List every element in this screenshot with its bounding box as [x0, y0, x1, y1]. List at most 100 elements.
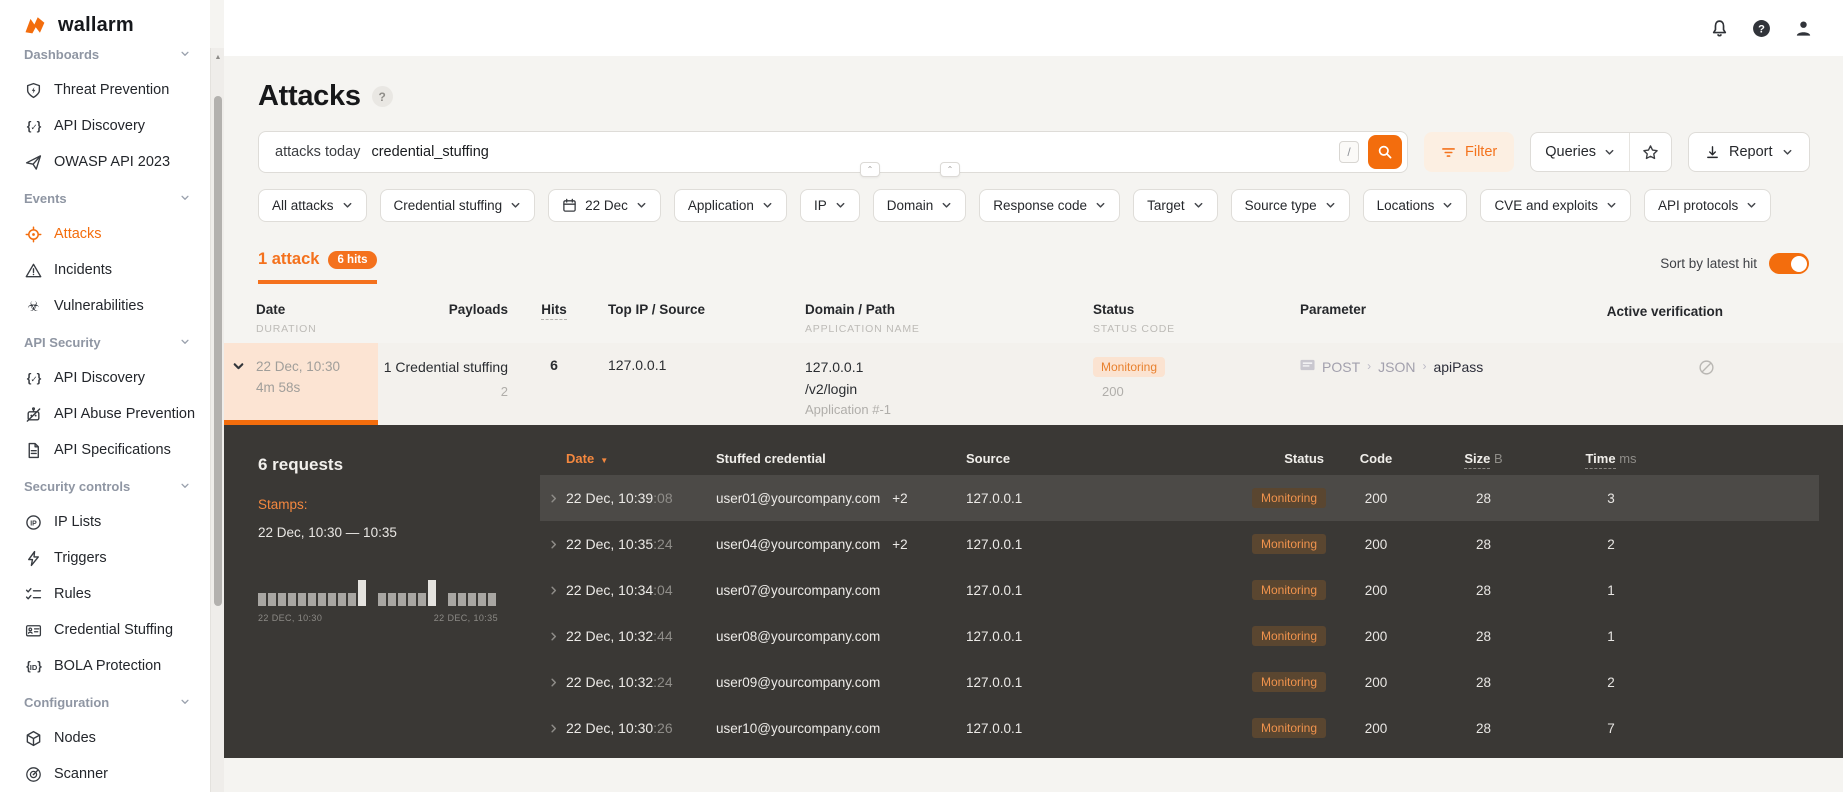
sort-toggle[interactable]	[1769, 253, 1809, 274]
expand-chevron-icon[interactable]	[540, 723, 566, 734]
favorite-star-button[interactable]	[1630, 133, 1671, 171]
col-code[interactable]: Code	[1326, 451, 1426, 466]
col-date[interactable]: Date DURATION	[252, 302, 378, 335]
search-button[interactable]	[1368, 135, 1402, 169]
request-source[interactable]: 127.0.0.1	[966, 537, 1221, 552]
chevron-down-icon	[763, 202, 772, 208]
request-row[interactable]: 22 Dec, 10:35:24 user04@yourcompany.com +…	[540, 521, 1819, 567]
sidebar-item-nodes[interactable]: Nodes	[0, 720, 210, 756]
sidebar-item-vulnerabilities[interactable]: ☣ Vulnerabilities	[0, 288, 210, 324]
filter-chip-api-protocols[interactable]: API protocols	[1644, 189, 1772, 222]
sidebar-item-threat-prevention[interactable]: Threat Prevention	[0, 72, 210, 108]
request-row[interactable]: 22 Dec, 10:32:24 user09@yourcompany.com …	[540, 659, 1819, 705]
sidebar-item-api-discovery[interactable]: {✓} API Discovery	[0, 108, 210, 144]
scrollbar-thumb[interactable]	[214, 96, 222, 606]
requests-table-header: Date ▼ Stuffed credential Source Status C…	[540, 441, 1819, 475]
filter-chip-22-dec[interactable]: 22 Dec	[548, 189, 661, 222]
warning-triangle-icon	[24, 262, 43, 279]
filter-chip-response-code[interactable]: Response code	[979, 189, 1121, 222]
request-size: 28	[1475, 674, 1492, 690]
request-source[interactable]: 127.0.0.1	[966, 629, 1221, 644]
expand-chevron-icon[interactable]	[540, 493, 566, 504]
request-date: 22 Dec, 10:39:08	[566, 490, 673, 506]
sidebar-item-rules[interactable]: Rules	[0, 576, 210, 612]
filter-chip-cve-and-exploits[interactable]: CVE and exploits	[1480, 189, 1631, 222]
filter-chip-target[interactable]: Target	[1133, 189, 1218, 222]
sidebar-item-scanner[interactable]: Scanner	[0, 756, 210, 792]
request-status: Monitoring	[1221, 580, 1326, 600]
page-help-icon[interactable]: ?	[371, 86, 393, 107]
stamps-link[interactable]: Stamps:	[258, 497, 508, 512]
col-domain[interactable]: Domain / Path APPLICATION NAME	[788, 302, 1078, 335]
col-stuffed-credential[interactable]: Stuffed credential	[716, 451, 966, 466]
request-row[interactable]: 22 Dec, 10:39:08 user01@yourcompany.com +…	[540, 475, 1819, 521]
queries-button[interactable]: Queries	[1531, 133, 1629, 171]
sidebar-section-events[interactable]: Events	[0, 180, 210, 216]
payloads-count: 2	[500, 384, 508, 399]
attack-row[interactable]: 22 Dec, 10:30 4m 58s 1 Credential stuffi…	[224, 343, 1843, 425]
request-source[interactable]: 127.0.0.1	[966, 491, 1221, 506]
chevron-down-icon	[343, 202, 351, 208]
attack-top-ip[interactable]: 127.0.0.1	[596, 343, 788, 425]
sidebar-item-credential-stuffing[interactable]: Credential Stuffing	[0, 612, 210, 648]
sidebar-section-api-security[interactable]: API Security	[0, 324, 210, 360]
expand-chevron-icon[interactable]	[540, 631, 566, 642]
filter-chip-all-attacks[interactable]: All attacks	[258, 189, 367, 222]
notifications-bell-icon[interactable]	[1710, 19, 1729, 38]
sidebar-scrollbar[interactable]: ▲	[210, 48, 224, 792]
request-source[interactable]: 127.0.0.1	[966, 721, 1221, 736]
sidebar-item-ip-lists[interactable]: IP IP Lists	[0, 504, 210, 540]
col-time[interactable]: Time ms	[1541, 450, 1681, 469]
request-row[interactable]: 22 Dec, 10:32:44 user08@yourcompany.com …	[540, 613, 1819, 659]
request-row[interactable]: 22 Dec, 10:34:04 user07@yourcompany.com …	[540, 567, 1819, 613]
sidebar-item-api-discovery[interactable]: {✓} API Discovery	[0, 360, 210, 396]
expand-chevron-icon[interactable]	[540, 585, 566, 596]
filter-chip-domain[interactable]: Domain	[872, 189, 967, 222]
sidebar-item-owasp-api-2023[interactable]: OWASP API 2023	[0, 144, 210, 180]
request-time: 1	[1607, 628, 1615, 644]
col-request-date-sorted[interactable]: Date ▼	[566, 451, 716, 466]
tab-attacks[interactable]: 1 attack 6 hits	[258, 250, 377, 284]
col-parameter[interactable]: Parameter	[1286, 302, 1596, 335]
col-status[interactable]: Status STATUS CODE	[1078, 302, 1286, 335]
attack-path: /v2/login	[805, 380, 858, 397]
expand-chevron-icon[interactable]	[540, 539, 566, 550]
request-source[interactable]: 127.0.0.1	[966, 583, 1221, 598]
status-badge: Monitoring	[1251, 580, 1326, 600]
col-request-status[interactable]: Status	[1221, 451, 1326, 466]
filter-chip-application[interactable]: Application	[673, 189, 787, 222]
col-payloads[interactable]: Payloads	[378, 302, 512, 335]
col-hits[interactable]: Hits	[512, 302, 596, 335]
user-profile-icon[interactable]	[1794, 19, 1813, 38]
filter-chip-ip[interactable]: IP	[799, 189, 860, 222]
search-input[interactable]: attacks today credential_stuffing /	[258, 131, 1408, 173]
scrollbar-up-arrow[interactable]: ▲	[211, 54, 225, 61]
filter-chip-credential-stuffing[interactable]: Credential stuffing	[379, 189, 536, 222]
sidebar-item-api-specifications[interactable]: API Specifications	[0, 432, 210, 468]
sidebar-item-incidents[interactable]: Incidents	[0, 252, 210, 288]
filter-button[interactable]: Filter	[1424, 132, 1515, 172]
col-top-ip[interactable]: Top IP / Source	[596, 302, 788, 335]
expand-chevron-icon[interactable]	[540, 677, 566, 688]
col-source[interactable]: Source	[966, 451, 1221, 466]
col-size[interactable]: Size B	[1426, 450, 1541, 469]
sidebar-section-security-controls[interactable]: Security controls	[0, 468, 210, 504]
wallarm-logo[interactable]: wallarm	[0, 0, 210, 50]
attack-domain: 127.0.0.1	[805, 359, 864, 375]
request-source[interactable]: 127.0.0.1	[966, 675, 1221, 690]
sidebar-section-configuration[interactable]: Configuration	[0, 684, 210, 720]
sidebar-item-api-abuse-prevention[interactable]: API Abuse Prevention	[0, 396, 210, 432]
filter-chip-source-type[interactable]: Source type	[1230, 189, 1350, 222]
help-icon[interactable]: ?	[1752, 19, 1771, 38]
sidebar-item-triggers[interactable]: Triggers	[0, 540, 210, 576]
request-row[interactable]: 22 Dec, 10:30:26 user10@yourcompany.com …	[540, 705, 1819, 751]
histogram-bar	[308, 593, 316, 606]
histogram-bar	[378, 593, 386, 606]
page-title: Attacks	[258, 80, 361, 112]
sidebar-item-attacks[interactable]: Attacks	[0, 216, 210, 252]
collapse-chevron-icon[interactable]	[224, 343, 252, 425]
filter-chip-locations[interactable]: Locations	[1362, 189, 1468, 222]
sidebar-item-bola-protection[interactable]: {ID} BOLA Protection	[0, 648, 210, 684]
request-code: 200	[1364, 582, 1388, 598]
report-button[interactable]: Report	[1688, 132, 1810, 172]
